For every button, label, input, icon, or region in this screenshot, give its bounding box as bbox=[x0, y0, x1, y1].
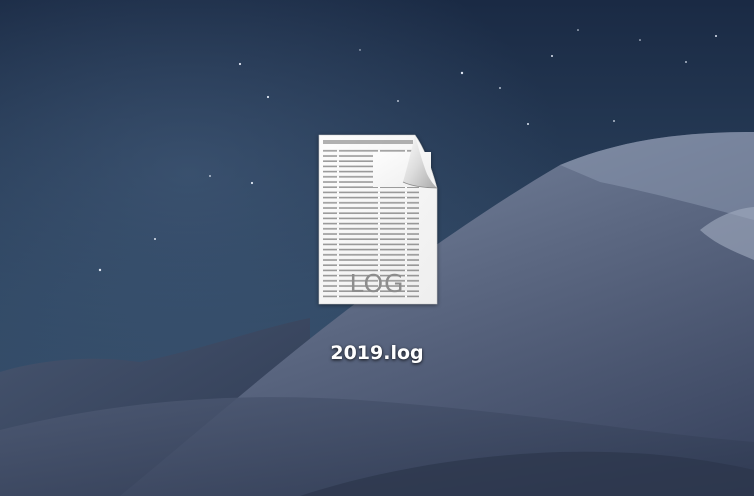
log-document-icon[interactable]: LOG bbox=[307, 128, 447, 310]
file-name-label[interactable]: 2019.log bbox=[330, 342, 423, 364]
desktop-file-icon[interactable]: LOG 2019.log bbox=[290, 128, 464, 378]
file-type-label: LOG bbox=[349, 269, 405, 298]
